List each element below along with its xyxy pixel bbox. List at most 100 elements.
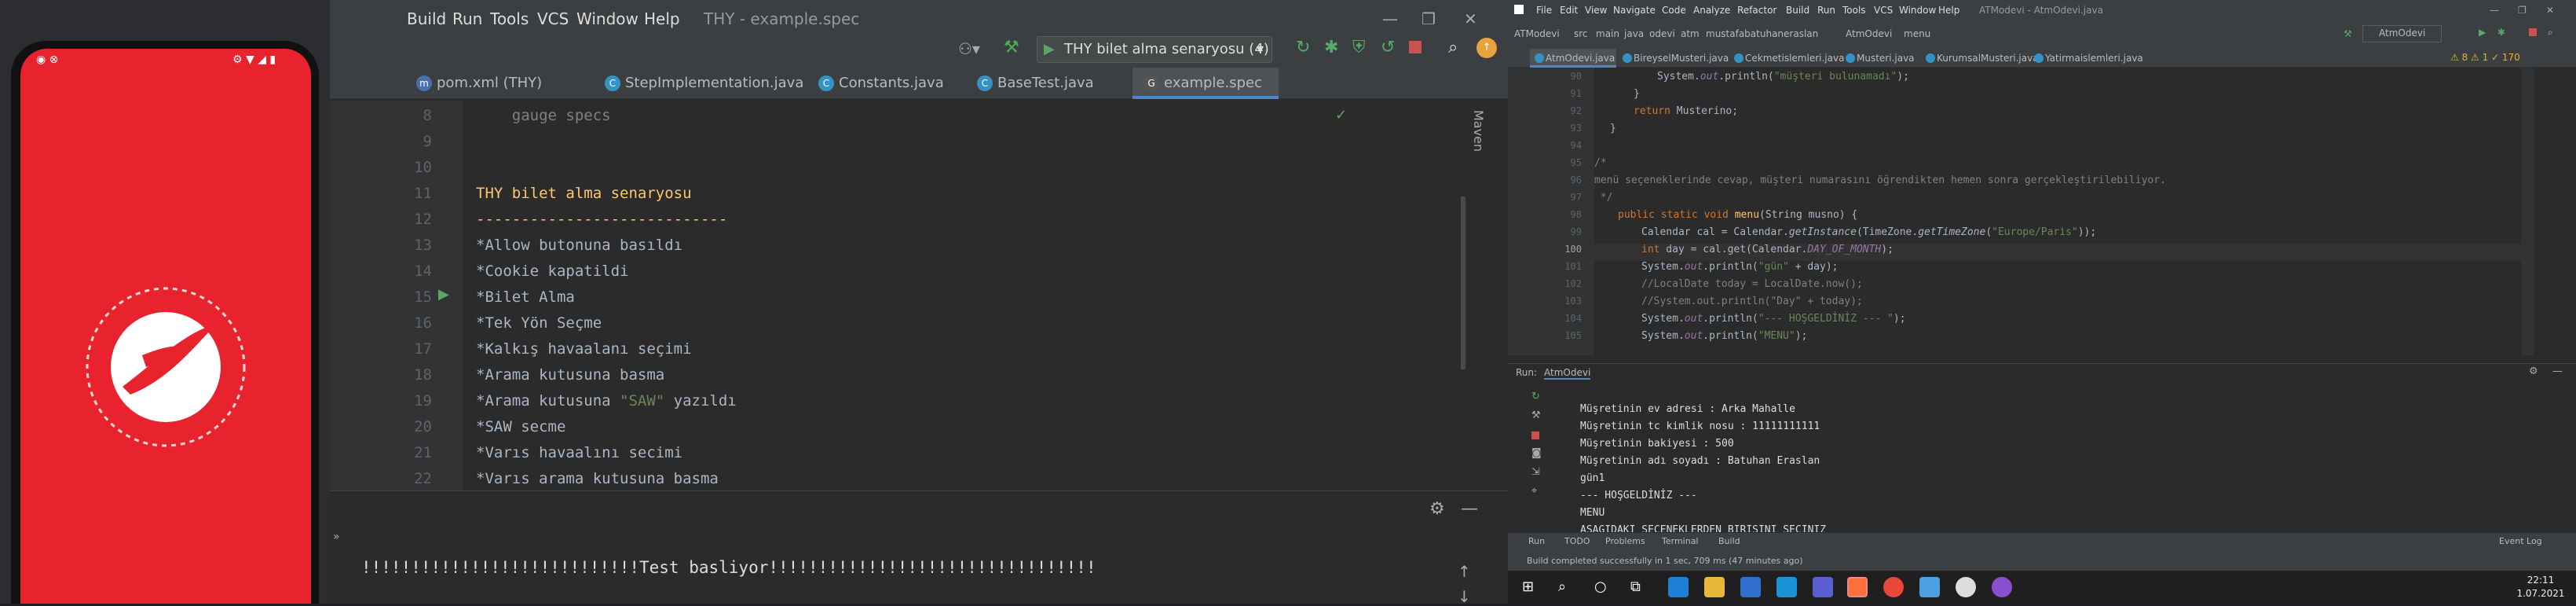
maven-side-tab[interactable]: Maven bbox=[1467, 110, 1486, 204]
cortana-icon[interactable]: ○ bbox=[1594, 578, 1607, 595]
menu-tools[interactable]: Tools bbox=[490, 9, 529, 28]
bottom-tab-terminal[interactable]: Terminal bbox=[1662, 536, 1699, 546]
run-scenario-icon[interactable]: ▶ bbox=[438, 286, 449, 303]
bottom-tab-problems[interactable]: Problems bbox=[1605, 536, 1645, 546]
crumb[interactable]: src bbox=[1574, 28, 1588, 39]
user-config-icon[interactable]: ⚇▾ bbox=[958, 39, 980, 58]
phone-screen[interactable]: ◉ ⊗ ⚙ ▼ ◢ ▮ bbox=[20, 49, 311, 604]
tab-stepimplementation[interactable]: C StepImplementation.java bbox=[594, 68, 806, 99]
profile-icon[interactable]: ↺ bbox=[1381, 38, 1395, 57]
minimize-panel-icon[interactable]: — bbox=[2552, 365, 2563, 377]
bottom-tab-todo[interactable]: TODO bbox=[1564, 536, 1590, 546]
ide1-minimize-button[interactable]: — bbox=[1382, 9, 1398, 28]
menu-window[interactable]: Window bbox=[576, 9, 639, 28]
gear-icon[interactable]: ⚙ bbox=[2529, 365, 2538, 377]
menu-analyze[interactable]: Analyze bbox=[1693, 5, 1730, 16]
app-icon[interactable] bbox=[1956, 577, 1976, 597]
menu-navigate[interactable]: Navigate bbox=[1613, 5, 1656, 16]
tab-yatirmaislemleri[interactable]: Yatirmaislemleri.java bbox=[2029, 49, 2143, 68]
task-view-icon[interactable]: ⧉ bbox=[1630, 578, 1641, 595]
expand-icon[interactable]: » bbox=[333, 531, 340, 543]
rerun-icon[interactable]: ↻ bbox=[1296, 38, 1310, 57]
coverage-icon[interactable]: ⛨ bbox=[1352, 38, 1366, 57]
menu-code[interactable]: Code bbox=[1662, 5, 1686, 16]
tab-pom-xml[interactable]: m pom.xml (THY) bbox=[405, 68, 592, 99]
system-clock[interactable]: 22:11 1.07.2021 bbox=[2513, 574, 2568, 600]
menu-refactor[interactable]: Refactor bbox=[1737, 5, 1776, 16]
ide1-maximize-button[interactable]: ❐ bbox=[1422, 9, 1436, 28]
scroll-up-icon[interactable]: ↑ bbox=[1458, 562, 1471, 581]
menu-tools[interactable]: Tools bbox=[1842, 5, 1866, 16]
menu-edit[interactable]: Edit bbox=[1560, 5, 1578, 16]
crumb[interactable]: ATModevi bbox=[1514, 28, 1560, 39]
intellij-icon[interactable] bbox=[1847, 577, 1868, 597]
pin-icon[interactable]: ⌖ bbox=[1531, 485, 1537, 497]
login-icon[interactable]: ⇲ bbox=[1531, 466, 1540, 478]
update-icon[interactable]: ↑ bbox=[1476, 38, 1497, 58]
menu-run[interactable]: Run bbox=[452, 9, 482, 28]
store-icon[interactable] bbox=[1776, 577, 1797, 597]
event-log-tab[interactable]: Event Log bbox=[2499, 536, 2542, 546]
run-tab-atmodevi[interactable]: AtmOdevi bbox=[1544, 367, 1591, 380]
run-config-select[interactable]: ▶ THY bilet alma senaryosu (4) ▾ bbox=[1037, 36, 1272, 63]
tab-bireyselmusteri[interactable]: BireyselMusteri.java bbox=[1618, 49, 1729, 68]
tab-cekmetislemleri[interactable]: Cekmetislemleri.java bbox=[1729, 49, 1844, 68]
crumb[interactable]: atm bbox=[1681, 28, 1700, 39]
crumb[interactable]: menu bbox=[1904, 28, 1930, 39]
menu-build[interactable]: Build bbox=[1786, 5, 1809, 16]
teams-icon[interactable] bbox=[1813, 577, 1833, 597]
menu-help[interactable]: Help bbox=[1938, 5, 1959, 16]
app-icon[interactable] bbox=[1992, 577, 2012, 597]
ide2-maximize-button[interactable]: ❐ bbox=[2518, 5, 2527, 16]
run-icon[interactable]: ▶ bbox=[2479, 27, 2486, 38]
tab-basetest[interactable]: C BaseTest.java bbox=[966, 68, 1131, 99]
debug-icon[interactable]: ✱ bbox=[1324, 38, 1338, 57]
bottom-tab-run[interactable]: Run bbox=[1528, 536, 1545, 546]
rerun-icon[interactable]: ↻ bbox=[1531, 391, 1540, 402]
menu-help[interactable]: Help bbox=[644, 9, 680, 28]
crumb[interactable]: odevi bbox=[1649, 28, 1675, 39]
hammer-icon[interactable]: ⚒ bbox=[2344, 28, 2352, 39]
crumb[interactable]: mustafabatuhaneraslan bbox=[1706, 28, 1818, 39]
menu-run[interactable]: Run bbox=[1817, 5, 1835, 16]
wrench-icon[interactable]: ⚒ bbox=[1531, 410, 1541, 421]
search-icon[interactable]: ⌕ bbox=[1558, 578, 1566, 595]
run-config-select[interactable]: AtmOdevi bbox=[2362, 25, 2442, 42]
crumb[interactable]: java bbox=[1624, 28, 1644, 39]
menu-build[interactable]: Build bbox=[407, 9, 446, 28]
app-icon[interactable] bbox=[1919, 577, 1940, 597]
tab-constants[interactable]: C Constants.java bbox=[807, 68, 964, 99]
stop-icon[interactable] bbox=[1531, 432, 1539, 439]
ide2-close-button[interactable]: ✕ bbox=[2546, 5, 2554, 16]
crumb[interactable]: main bbox=[1596, 28, 1619, 39]
crumb[interactable]: AtmOdevi bbox=[1846, 28, 1892, 39]
ide2-minimize-button[interactable]: — bbox=[2490, 5, 2499, 16]
inspection-summary[interactable]: ⚠ 8 ⚠ 1 ✓ 170 bbox=[2450, 52, 2520, 63]
ide1-editor[interactable]: gauge specs THY bilet alma senaryosu ---… bbox=[463, 101, 1445, 490]
menu-file[interactable]: File bbox=[1536, 5, 1552, 16]
file-explorer-icon[interactable] bbox=[1704, 577, 1725, 597]
tab-kurumsalmusteri[interactable]: KurumsalMusteri.java bbox=[1921, 49, 2039, 68]
tab-musteri[interactable]: Musteri.java bbox=[1841, 49, 1919, 68]
stop-icon[interactable] bbox=[1409, 41, 1422, 53]
minimize-panel-icon[interactable]: — bbox=[1461, 499, 1478, 519]
gear-icon[interactable]: ⚙ bbox=[1429, 499, 1445, 519]
menu-vcs[interactable]: VCS bbox=[1874, 5, 1893, 16]
ide1-close-button[interactable]: ✕ bbox=[1464, 9, 1477, 28]
stop-icon[interactable] bbox=[2529, 28, 2537, 36]
camera-icon[interactable]: ◙ bbox=[1531, 447, 1542, 459]
bottom-tab-build[interactable]: Build bbox=[1718, 536, 1740, 546]
menu-vcs[interactable]: VCS bbox=[537, 9, 569, 28]
ide2-editor[interactable]: System.out.println("müşteri bulunamadı")… bbox=[1594, 68, 2521, 355]
menu-view[interactable]: View bbox=[1585, 5, 1607, 16]
ide2-scrollbar[interactable] bbox=[2521, 68, 2534, 355]
build-hammer-icon[interactable]: ⚒ bbox=[1004, 38, 1019, 57]
debug-icon[interactable]: ✱ bbox=[2497, 27, 2505, 38]
search-icon[interactable]: ⌕ bbox=[2548, 27, 2553, 39]
tab-atmodevi[interactable]: AtmOdevi.java bbox=[1530, 49, 1616, 68]
menu-window[interactable]: Window bbox=[1899, 5, 1936, 16]
chrome-icon[interactable] bbox=[1883, 577, 1904, 597]
windows-start-icon[interactable]: ⊞ bbox=[1522, 578, 1534, 595]
mail-icon[interactable] bbox=[1740, 577, 1761, 597]
search-icon[interactable]: ⌕ bbox=[1448, 38, 1458, 57]
